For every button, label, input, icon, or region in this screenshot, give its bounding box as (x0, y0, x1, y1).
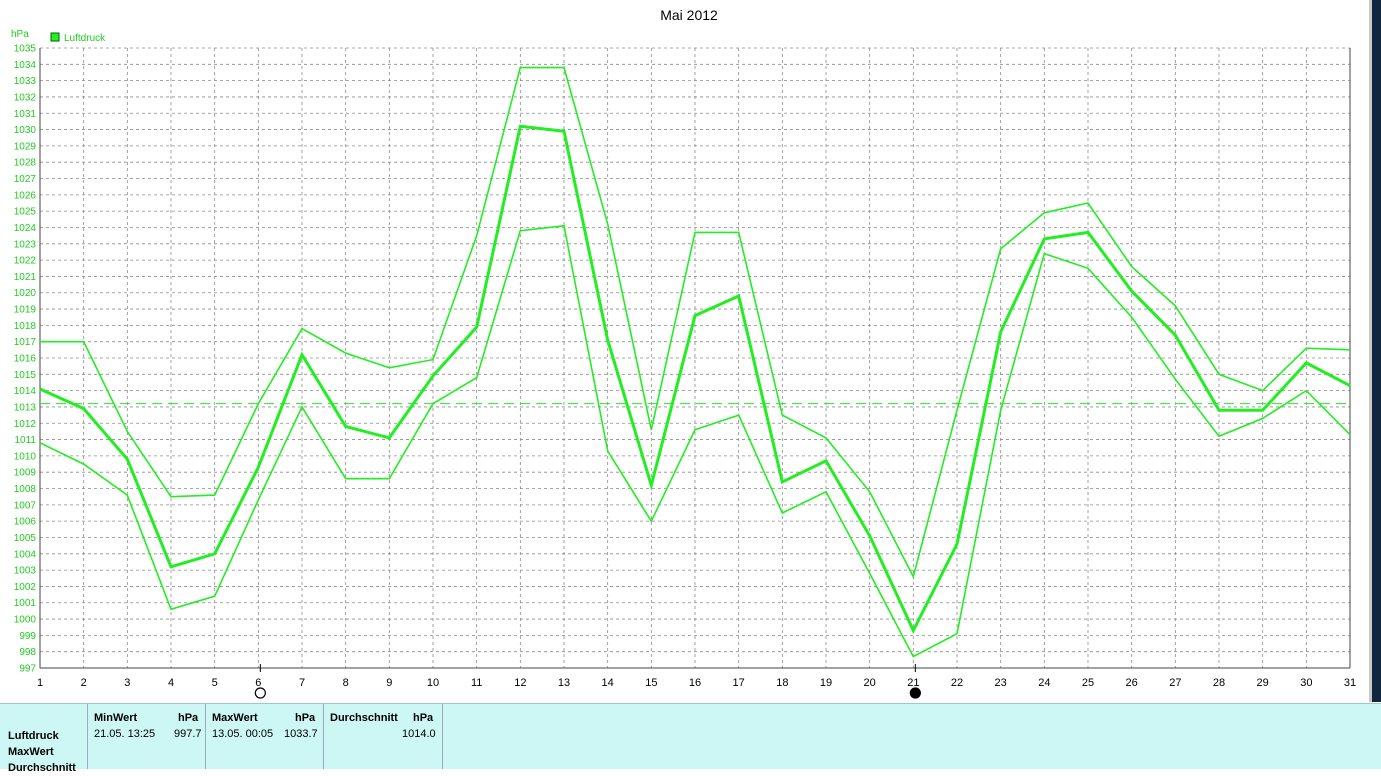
x-tick-label: 7 (299, 677, 305, 689)
x-tick-label: 20 (864, 677, 876, 689)
y-tick-label: 1027 (14, 174, 37, 185)
min-datetime: 21.05. 13:25 (94, 728, 156, 740)
scrollbar-edge (1369, 0, 1381, 702)
max-datetime: 13.05. 00:05 (212, 728, 274, 740)
y-tick-label: 1002 (14, 582, 37, 593)
x-tick-label: 29 (1257, 677, 1269, 689)
y-tick-label: 1011 (14, 435, 36, 446)
x-tick-label: 24 (1038, 677, 1050, 689)
x-tick-label: 14 (602, 677, 614, 689)
y-tick-label: 1028 (14, 158, 37, 169)
x-tick-label: 26 (1126, 677, 1138, 689)
x-tick-label: 11 (471, 677, 482, 689)
x-tick-label: 13 (558, 677, 570, 689)
x-tick-label: 23 (995, 677, 1007, 689)
chart-title: Mai 2012 (660, 7, 718, 23)
y-tick-label: 1008 (14, 484, 37, 495)
x-tick-label: 31 (1344, 677, 1356, 689)
y-tick-label: 1021 (14, 272, 37, 283)
y-tick-label: 1009 (14, 468, 37, 479)
y-tick-label: 1015 (14, 370, 37, 381)
x-tick-label: 27 (1169, 677, 1181, 689)
x-tick-label: 6 (255, 677, 261, 689)
y-tick-label: 1024 (14, 223, 37, 234)
y-tick-label: 1035 (14, 44, 37, 55)
y-tick-label: 1005 (14, 533, 37, 544)
x-tick-label: 15 (645, 677, 657, 689)
y-tick-label: 1003 (14, 566, 37, 577)
max-header: MaxWert (212, 712, 258, 724)
x-tick-label: 25 (1082, 677, 1094, 689)
y-tick-label: 1012 (14, 419, 37, 430)
y-tick-label: 1032 (14, 92, 37, 103)
y-tick-label: 1004 (14, 549, 37, 560)
y-tick-label: 998 (19, 647, 36, 658)
x-tick-label: 30 (1300, 677, 1312, 689)
avg-value: 1014.0 (402, 728, 436, 740)
y-tick-label: 1014 (14, 386, 37, 397)
min-unit: hPa (178, 712, 199, 724)
min-value: 997.7 (174, 728, 202, 740)
max-unit: hPa (295, 712, 316, 724)
x-tick-label: 1 (37, 677, 43, 689)
y-tick-label: 1029 (14, 141, 37, 152)
y-tick-label: 1030 (14, 125, 37, 136)
avg-unit: hPa (413, 712, 434, 724)
x-tick-label: 16 (689, 677, 701, 689)
y-tick-label: 997 (19, 664, 36, 675)
y-tick-label: 1026 (14, 190, 37, 201)
stats-panel: Luftdruck MaxWert Durchschnitt MinWert h… (0, 703, 1381, 774)
y-tick-label: 1031 (14, 109, 37, 120)
x-tick-label: 19 (820, 677, 832, 689)
x-tick-label: 9 (386, 677, 392, 689)
stats-col-max: MaxWert hPa 13.05. 00:05 1033.7 (205, 704, 324, 769)
y-tick-label: 1001 (14, 598, 37, 609)
y-tick-label: 1000 (14, 615, 37, 626)
stats-col-avg: Durchschnitt hPa 1014.0 (323, 704, 443, 769)
x-tick-label: 5 (212, 677, 218, 689)
x-tick-label: 10 (427, 677, 439, 689)
x-tick-label: 28 (1213, 677, 1225, 689)
y-tick-label: 1022 (14, 256, 37, 267)
y-axis-unit: hPa (11, 29, 29, 40)
y-tick-label: 1007 (14, 500, 37, 511)
min-header: MinWert (94, 712, 138, 724)
y-tick-label: 1010 (14, 451, 37, 462)
avg-header: Durchschnitt (330, 712, 398, 724)
stats-col-min: MinWert hPa 21.05. 13:25 997.7 (87, 704, 206, 769)
x-tick-label: 8 (343, 677, 349, 689)
new-moon-icon (909, 687, 921, 699)
max-value: 1033.7 (284, 728, 318, 740)
y-tick-label: 1006 (14, 517, 37, 528)
row-label-maxwert: MaxWert (8, 746, 54, 758)
y-tick-label: 1016 (14, 354, 37, 365)
y-tick-label: 1025 (14, 207, 37, 218)
y-tick-label: 1017 (14, 337, 37, 348)
legend-label: Luftdruck (64, 33, 106, 44)
y-tick-label: 1033 (14, 76, 37, 87)
x-tick-label: 21 (907, 677, 919, 689)
full-moon-icon (254, 687, 266, 699)
y-tick-label: 1034 (14, 60, 37, 71)
x-tick-label: 22 (951, 677, 963, 689)
y-tick-label: 1019 (14, 305, 37, 316)
x-tick-label: 17 (733, 677, 745, 689)
y-tick-label: 1013 (14, 402, 37, 413)
x-tick-label: 2 (81, 677, 87, 689)
legend-swatch (50, 32, 60, 42)
y-tick-label: 999 (19, 631, 36, 642)
x-tick-label: 3 (124, 677, 130, 689)
x-tick-label: 12 (514, 677, 526, 689)
pressure-chart: Mai 2012 hPa Luftdruck 997 998 999 1000 1001… (11, 7, 1356, 699)
y-tick-label: 1018 (14, 321, 37, 332)
row-label-durchschnitt: Durchschnitt (8, 762, 76, 774)
row-label-luftdruck: Luftdruck (8, 730, 59, 742)
x-tick-label: 4 (168, 677, 174, 689)
y-tick-label: 1020 (14, 288, 37, 299)
y-tick-label: 1023 (14, 239, 37, 250)
x-tick-label: 18 (776, 677, 788, 689)
